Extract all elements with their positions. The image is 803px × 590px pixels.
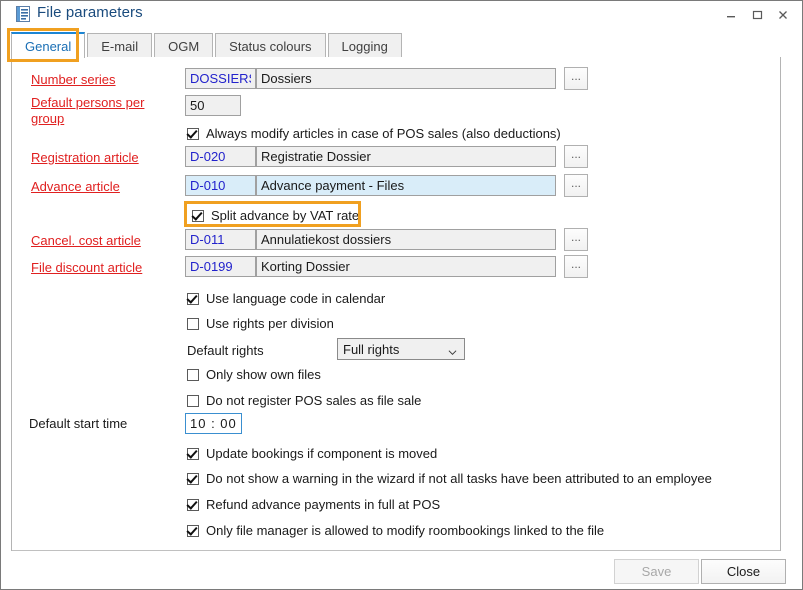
number-series-label[interactable]: Number series (31, 72, 116, 88)
tab-logging-label: Logging (342, 39, 388, 54)
no-register-pos-checkbox[interactable] (187, 395, 199, 407)
default-start-time-label: Default start time (29, 416, 127, 432)
file-discount-article-browse-button[interactable]: ... (564, 255, 588, 278)
footer-separator (12, 550, 780, 551)
default-rights-select[interactable]: Full rights (337, 338, 465, 360)
refund-advance-label: Refund advance payments in full at POS (206, 497, 440, 512)
chevron-down-icon (448, 345, 457, 354)
close-button-footer[interactable]: Close (701, 559, 786, 584)
cancel-cost-article-label[interactable]: Cancel. cost article (31, 233, 141, 249)
always-modify-checkbox[interactable] (187, 128, 199, 140)
registration-article-code-input[interactable] (185, 146, 256, 167)
cancel-cost-article-browse-button[interactable]: ... (564, 228, 588, 251)
number-series-browse-button[interactable]: ... (564, 67, 588, 90)
use-rights-per-division-checkbox-row[interactable]: Use rights per division (187, 316, 334, 331)
use-language-code-checkbox-row[interactable]: Use language code in calendar (187, 291, 385, 306)
tab-general-label: General (25, 39, 71, 54)
split-advance-checkbox[interactable] (192, 210, 204, 222)
advance-article-description-input[interactable] (256, 175, 556, 196)
window-controls (718, 1, 796, 28)
cancel-cost-article-description-input[interactable] (256, 229, 556, 250)
file-discount-article-label[interactable]: File discount article (31, 260, 142, 276)
split-advance-label: Split advance by VAT rate (211, 208, 359, 223)
use-rights-per-division-label: Use rights per division (206, 316, 334, 331)
advance-article-browse-button[interactable]: ... (564, 174, 588, 197)
minimize-button[interactable] (718, 3, 744, 27)
only-file-manager-label: Only file manager is allowed to modify r… (206, 523, 604, 538)
always-modify-label: Always modify articles in case of POS sa… (206, 126, 561, 141)
registration-article-label[interactable]: Registration article (31, 150, 139, 166)
no-warning-wizard-checkbox[interactable] (187, 473, 199, 485)
file-discount-article-description-input[interactable] (256, 256, 556, 277)
window-title: File parameters (37, 4, 143, 21)
no-register-pos-label: Do not register POS sales as file sale (206, 393, 421, 408)
default-persons-input[interactable] (185, 95, 241, 116)
file-discount-article-code-input[interactable] (185, 256, 256, 277)
advance-article-label[interactable]: Advance article (31, 179, 120, 195)
use-language-code-label: Use language code in calendar (206, 291, 385, 306)
always-modify-checkbox-row[interactable]: Always modify articles in case of POS sa… (187, 126, 561, 141)
tab-email[interactable]: E-mail (87, 33, 152, 58)
use-language-code-checkbox[interactable] (187, 293, 199, 305)
close-button[interactable] (770, 3, 796, 27)
general-tab-panel: Number series ... Default persons per gr… (11, 57, 781, 551)
advance-article-code-input[interactable] (185, 175, 256, 196)
tab-general[interactable]: General (11, 32, 85, 58)
default-persons-label[interactable]: Default persons per group (31, 95, 161, 127)
only-file-manager-checkbox[interactable] (187, 525, 199, 537)
file-parameters-window: File parameters General E-mail (0, 0, 803, 590)
registration-article-description-input[interactable] (256, 146, 556, 167)
no-warning-wizard-checkbox-row[interactable]: Do not show a warning in the wizard if n… (187, 471, 712, 486)
registration-article-browse-button[interactable]: ... (564, 145, 588, 168)
form-document-icon (16, 6, 30, 22)
title-bar: File parameters (1, 1, 802, 28)
number-series-description-input[interactable] (256, 68, 556, 89)
update-bookings-checkbox[interactable] (187, 448, 199, 460)
only-show-own-files-label: Only show own files (206, 367, 321, 382)
split-advance-checkbox-row[interactable]: Split advance by VAT rate (192, 208, 359, 223)
cancel-cost-article-code-input[interactable] (185, 229, 256, 250)
tab-status-colours-label: Status colours (229, 39, 311, 54)
number-series-code-input[interactable] (185, 68, 256, 89)
default-rights-label: Default rights (187, 343, 264, 359)
refund-advance-checkbox[interactable] (187, 499, 199, 511)
save-button[interactable]: Save (614, 559, 699, 584)
only-show-own-files-checkbox[interactable] (187, 369, 199, 381)
tab-status-colours[interactable]: Status colours (215, 33, 325, 58)
default-start-time-input[interactable] (185, 413, 242, 434)
no-warning-wizard-label: Do not show a warning in the wizard if n… (206, 471, 712, 486)
default-rights-value: Full rights (343, 342, 399, 357)
tab-logging[interactable]: Logging (328, 33, 402, 58)
no-register-pos-checkbox-row[interactable]: Do not register POS sales as file sale (187, 393, 421, 408)
refund-advance-checkbox-row[interactable]: Refund advance payments in full at POS (187, 497, 440, 512)
update-bookings-label: Update bookings if component is moved (206, 446, 437, 461)
only-file-manager-checkbox-row[interactable]: Only file manager is allowed to modify r… (187, 523, 604, 538)
tab-ogm[interactable]: OGM (154, 33, 213, 58)
tab-strip: General E-mail OGM Status colours Loggin… (11, 32, 781, 58)
update-bookings-checkbox-row[interactable]: Update bookings if component is moved (187, 446, 437, 461)
tab-ogm-label: OGM (168, 39, 199, 54)
maximize-button[interactable] (744, 3, 770, 27)
use-rights-per-division-checkbox[interactable] (187, 318, 199, 330)
only-show-own-files-checkbox-row[interactable]: Only show own files (187, 367, 321, 382)
tab-email-label: E-mail (101, 39, 138, 54)
